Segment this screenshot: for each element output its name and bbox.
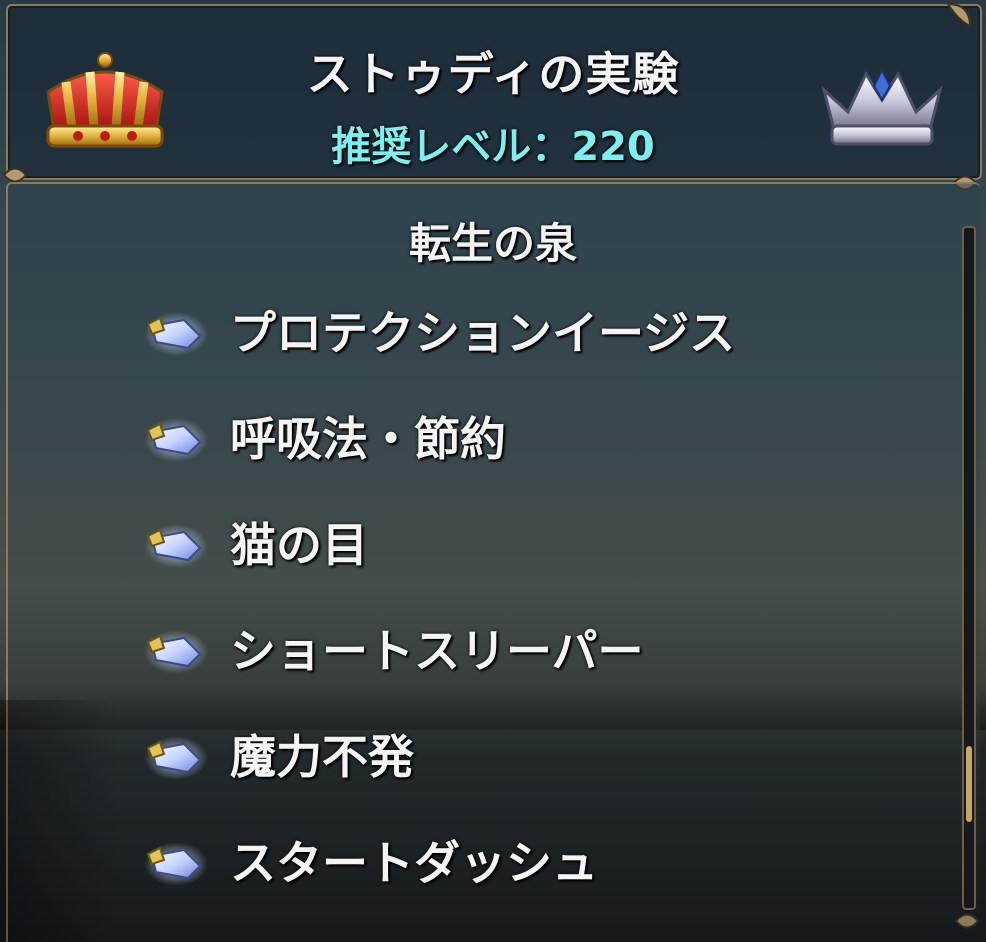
game-screen: ストゥディの実験 推奨レベル：220 転生の泉 プロテクションイージス 呼吸法・節… [0, 0, 986, 942]
list-scrollbar[interactable] [962, 226, 976, 910]
crystal-skill-icon [144, 842, 208, 886]
section-title: 転生の泉 [408, 219, 577, 268]
skill-label: ショートスリーパー [230, 624, 644, 678]
crystal-skill-icon [144, 736, 208, 780]
skill-label: プロテクションイージス [230, 306, 736, 360]
crystal-skill-icon [144, 312, 208, 356]
frame-ornament-icon [946, 2, 972, 28]
scrollbar-thumb[interactable] [966, 746, 972, 822]
skill-label: 猫の目 [230, 518, 368, 572]
crystal-skill-icon [144, 524, 208, 568]
skill-list-item[interactable]: スタートダッシュ [138, 820, 598, 900]
crystal-skill-icon [144, 418, 208, 462]
skill-label: スタートダッシュ [230, 836, 598, 890]
skill-label: 呼吸法・節約 [230, 412, 506, 466]
skill-list-item[interactable]: プロテクションイージス [138, 290, 735, 370]
skill-list-item[interactable]: 猫の目 [138, 502, 368, 582]
skill-list-item[interactable]: ショートスリーパー [138, 608, 644, 688]
silver-crown-icon [821, 67, 943, 146]
skill-list-item[interactable]: 呼吸法・節約 [138, 396, 506, 476]
skill-label: 魔力不発 [230, 730, 414, 784]
crystal-skill-icon [144, 630, 208, 674]
skill-list-item[interactable]: 魔力不発 [138, 714, 414, 794]
